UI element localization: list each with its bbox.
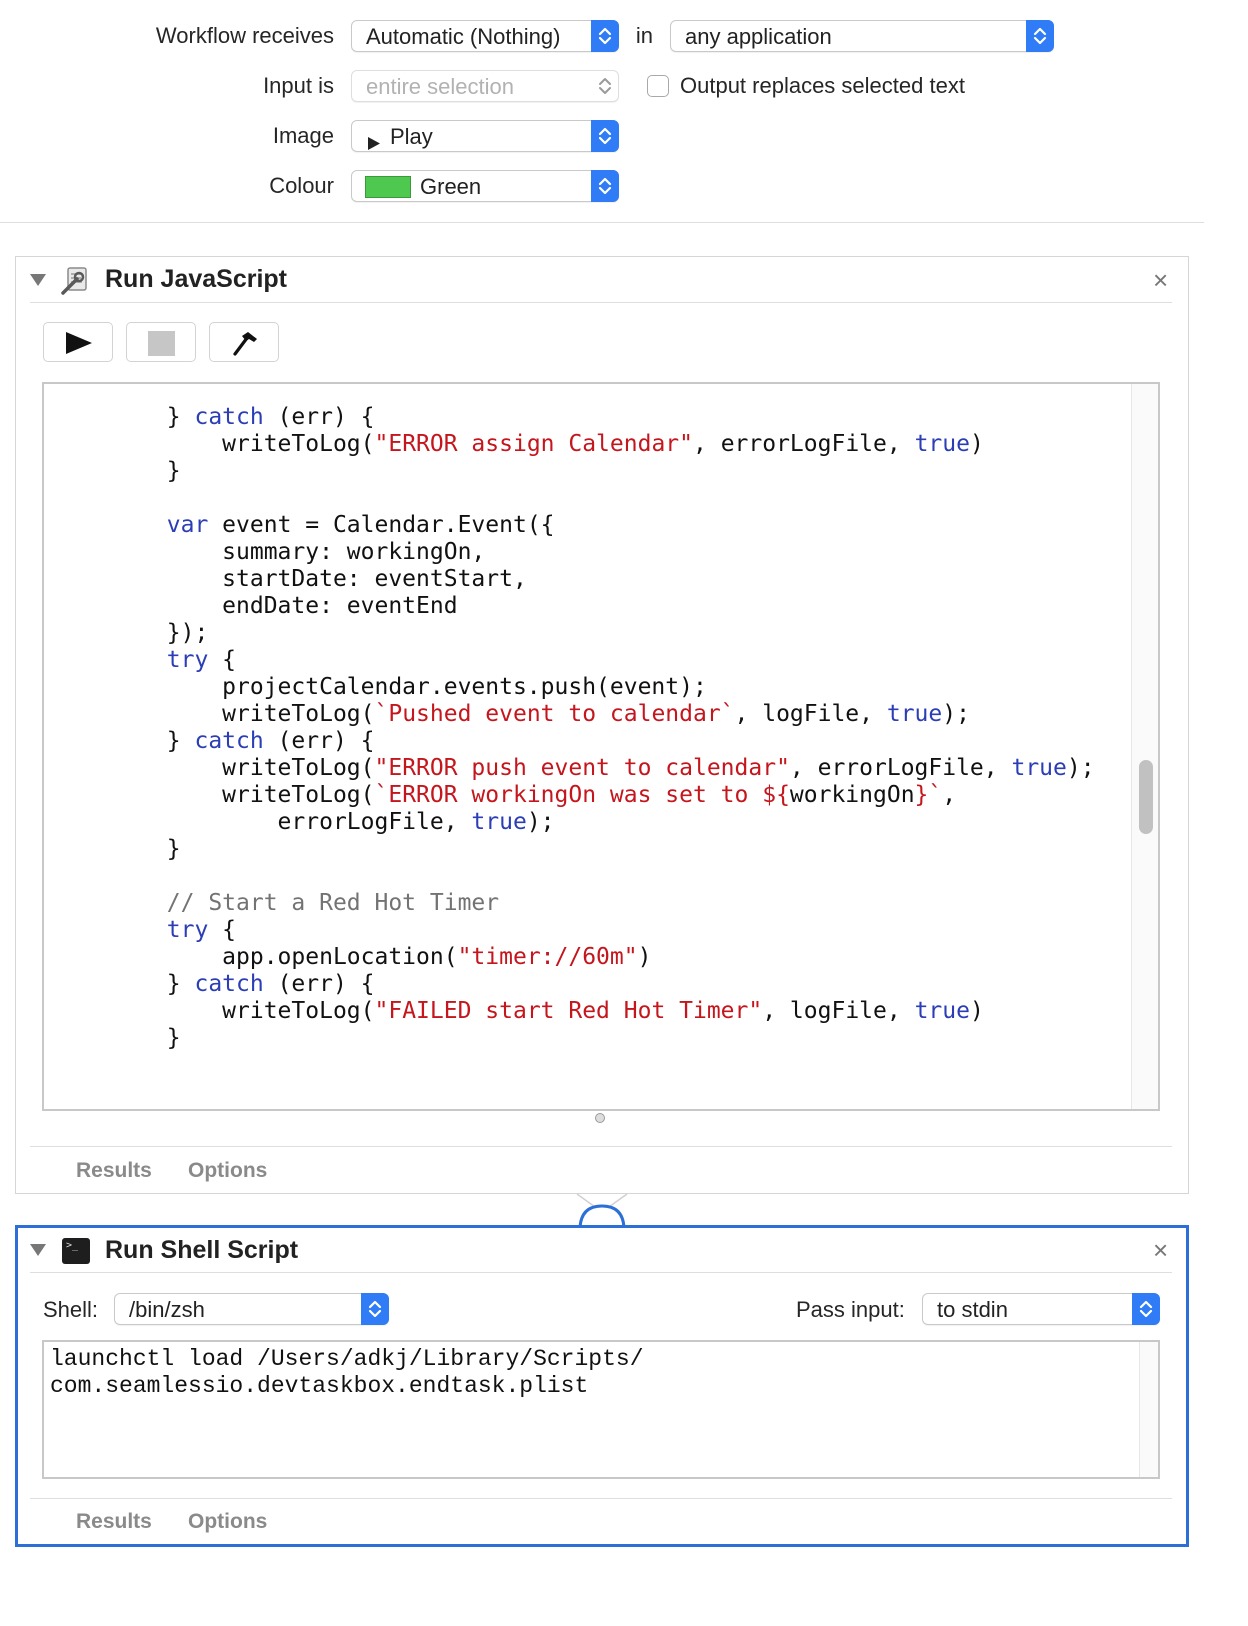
compile-button[interactable]	[209, 322, 279, 362]
code-line: writeToLog(`ERROR workingOn was set to $…	[56, 782, 957, 808]
tab-options[interactable]: Options	[188, 1159, 267, 1183]
code-line: app.openLocation("timer://60m")	[56, 944, 652, 970]
input-is-popup: entire selection	[351, 70, 619, 102]
image-popup[interactable]: Play	[351, 120, 619, 152]
code-line: } catch (err) {	[56, 971, 375, 997]
shell-popup[interactable]: /bin/zsh	[114, 1293, 389, 1325]
colour-value: Green	[420, 174, 482, 199]
code-line: }	[56, 836, 181, 862]
input-is-value: entire selection	[366, 74, 514, 99]
editor-scrollbar[interactable]	[1131, 384, 1158, 1109]
shell-script-code[interactable]: launchctl load /Users/adkj/Library/Scrip…	[50, 1346, 644, 1400]
tab-results[interactable]: Results	[76, 1159, 152, 1183]
code-line: startDate: eventStart,	[56, 566, 527, 592]
footer-divider	[30, 1498, 1172, 1499]
script-wrench-icon	[60, 266, 94, 301]
input-is-label: Input is	[263, 73, 334, 98]
code-line: // Start a Red Hot Timer	[166, 890, 500, 916]
scrollbar-thumb[interactable]	[1139, 760, 1153, 834]
code-line: projectCalendar.events.push(event);	[56, 674, 707, 700]
header-divider	[0, 222, 1204, 223]
colour-popup[interactable]: Green	[351, 170, 619, 202]
disclosure-triangle-icon[interactable]	[30, 1244, 46, 1256]
code-line: try {	[166, 647, 237, 673]
pass-input-value: to stdin	[937, 1297, 1008, 1322]
code-line: });	[56, 620, 209, 646]
application-popup[interactable]: any application	[670, 20, 1054, 52]
footer-divider	[30, 1146, 1172, 1147]
run-javascript-title: Run JavaScript	[105, 265, 288, 293]
colour-label: Colour	[269, 173, 334, 198]
resize-handle[interactable]	[595, 1113, 605, 1123]
stop-button[interactable]	[126, 322, 196, 362]
code-line: try {	[166, 917, 237, 943]
stop-square-icon	[148, 331, 175, 356]
code-line: writeToLog("ERROR push event to calendar…	[56, 755, 1095, 781]
javascript-code[interactable]: } catch (err) { writeToLog("ERROR assign…	[56, 404, 1095, 1052]
workflow-receives-label: Workflow receives	[155, 23, 334, 48]
in-label: in	[635, 23, 653, 48]
disclosure-triangle-icon[interactable]	[30, 274, 46, 286]
shell-value: /bin/zsh	[129, 1297, 205, 1322]
javascript-editor[interactable]: } catch (err) { writeToLog("ERROR assign…	[42, 382, 1160, 1111]
close-action-button[interactable]: ×	[1153, 267, 1168, 293]
code-line: } catch (err) {	[56, 404, 375, 430]
popup-stepper-icon	[361, 1293, 389, 1325]
code-line: launchctl load /Users/adkj/Library/Scrip…	[50, 1346, 644, 1372]
code-line: writeToLog(`Pushed event to calendar`, l…	[56, 701, 970, 727]
colour-swatch	[365, 176, 411, 198]
application-value: any application	[685, 24, 832, 49]
editor-scrollbar[interactable]	[1139, 1342, 1158, 1477]
image-label: Image	[272, 123, 334, 148]
run-button[interactable]	[43, 322, 113, 362]
image-value: Play	[390, 124, 433, 149]
popup-stepper-icon	[591, 70, 619, 102]
code-line: writeToLog("ERROR assign Calendar", erro…	[56, 431, 984, 457]
code-line: endDate: eventEnd	[56, 593, 458, 619]
run-shell-script-title: Run Shell Script	[105, 1236, 299, 1264]
output-replaces-label: Output replaces selected text	[680, 73, 965, 98]
shell-label: Shell:	[43, 1297, 99, 1322]
tab-results[interactable]: Results	[76, 1510, 152, 1534]
popup-stepper-icon	[1026, 20, 1054, 52]
close-action-button[interactable]: ×	[1153, 1237, 1168, 1263]
hammer-icon	[231, 330, 259, 361]
code-line: com.seamlessio.devtaskbox.endtask.plist	[50, 1373, 589, 1399]
popup-stepper-icon	[591, 170, 619, 202]
code-line: errorLogFile, true);	[56, 809, 555, 835]
pass-input-popup[interactable]: to stdin	[922, 1293, 1160, 1325]
code-line: summary: workingOn,	[56, 539, 486, 565]
title-divider	[30, 1272, 1172, 1273]
terminal-icon: >_	[62, 1238, 90, 1264]
code-line: } catch (err) {	[56, 728, 375, 754]
tab-options[interactable]: Options	[188, 1510, 267, 1534]
shell-script-editor[interactable]: launchctl load /Users/adkj/Library/Scrip…	[42, 1340, 1160, 1479]
code-line: writeToLog("FAILED start Red Hot Timer",…	[56, 998, 984, 1024]
run-triangle-icon	[66, 332, 92, 359]
code-line: }	[56, 458, 181, 484]
popup-stepper-icon	[1132, 1293, 1160, 1325]
popup-stepper-icon	[591, 120, 619, 152]
title-divider	[30, 302, 1172, 303]
play-triangle-icon	[368, 130, 380, 156]
output-replaces-checkbox[interactable]	[647, 75, 669, 97]
pass-input-label: Pass input:	[796, 1297, 905, 1322]
code-line: }	[56, 1025, 181, 1051]
code-line: var event = Calendar.Event({	[166, 512, 555, 538]
